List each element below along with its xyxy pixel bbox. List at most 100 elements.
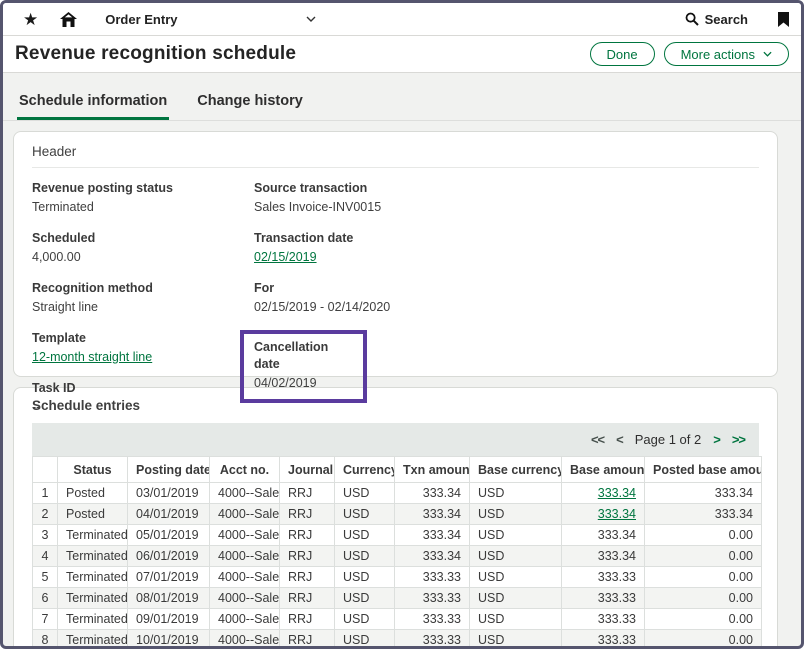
- cell-num: 3: [33, 525, 58, 546]
- first-page-button[interactable]: <<: [591, 432, 604, 447]
- cell-base_currency: USD: [470, 504, 562, 525]
- home-icon[interactable]: [60, 12, 77, 27]
- page-indicator: Page 1 of 2: [635, 432, 702, 447]
- cell-base_currency: USD: [470, 483, 562, 504]
- cell-status: Posted: [58, 504, 128, 525]
- cell-acct: 4000--Sales: [210, 504, 280, 525]
- header-section: Header Revenue posting statusTerminatedS…: [13, 131, 778, 377]
- field-label: Task ID: [32, 380, 254, 397]
- table-row: 4Terminated06/01/20194000--SalesRRJUSD33…: [33, 546, 762, 567]
- cell-num: 7: [33, 609, 58, 630]
- field-recognition-method: Recognition method Straight line: [32, 280, 254, 316]
- cell-journal: RRJ: [280, 567, 335, 588]
- star-icon[interactable]: ★: [23, 11, 38, 28]
- base-amount-link[interactable]: 333.34: [598, 507, 636, 521]
- cell-posting_date: 04/01/2019: [128, 504, 210, 525]
- cell-txn: 333.33: [395, 588, 470, 609]
- cell-num: 8: [33, 630, 58, 647]
- cell-base: 333.33: [562, 567, 645, 588]
- field-label: Scheduled: [32, 230, 254, 247]
- cell-currency: USD: [335, 567, 395, 588]
- column-header-journal: Journal: [280, 457, 335, 483]
- field-label: Template: [32, 330, 254, 347]
- cell-base_currency: USD: [470, 546, 562, 567]
- field-transaction-date: Transaction date 02/15/2019: [254, 230, 390, 266]
- header-fields-left: Revenue posting statusTerminatedSchedule…: [32, 180, 254, 430]
- schedule-entries-table: StatusPosting dateAcct no.JournalCurrenc…: [32, 456, 762, 646]
- cell-txn: 333.34: [395, 483, 470, 504]
- cell-currency: USD: [335, 609, 395, 630]
- cell-posted: 0.00: [645, 630, 762, 647]
- cell-txn: 333.34: [395, 525, 470, 546]
- page-content: Schedule information Change history Head…: [3, 73, 801, 646]
- base-amount-link[interactable]: 333.34: [598, 486, 636, 500]
- field-cancellation-date: Cancellation date 04/02/2019: [240, 330, 367, 403]
- search-button[interactable]: Search: [685, 12, 748, 27]
- cell-txn: 333.34: [395, 546, 470, 567]
- cell-status: Terminated: [58, 525, 128, 546]
- cell-base: 333.33: [562, 630, 645, 647]
- column-header-currency: Currency: [335, 457, 395, 483]
- cell-posting_date: 06/01/2019: [128, 546, 210, 567]
- cell-posted: 333.34: [645, 483, 762, 504]
- cell-base: 333.34: [562, 546, 645, 567]
- tab-change-history[interactable]: Change history: [195, 87, 305, 120]
- next-page-button[interactable]: >: [713, 432, 720, 447]
- table-row: 5Terminated07/01/20194000--SalesRRJUSD33…: [33, 567, 762, 588]
- bookmark-icon[interactable]: [778, 12, 789, 27]
- cell-base: 333.34: [562, 525, 645, 546]
- column-header-num: [33, 457, 58, 483]
- cell-txn: 333.33: [395, 609, 470, 630]
- previous-page-button[interactable]: <: [616, 432, 623, 447]
- cell-base: 333.33: [562, 609, 645, 630]
- cell-posted: 333.34: [645, 504, 762, 525]
- app-menu-label: Order Entry: [105, 12, 177, 27]
- cell-posting_date: 08/01/2019: [128, 588, 210, 609]
- field-value-link[interactable]: 02/15/2019: [254, 250, 317, 264]
- column-header-txn: Txn amount: [395, 457, 470, 483]
- field-template: Template 12-month straight line: [32, 330, 254, 366]
- cell-posting_date: 09/01/2019: [128, 609, 210, 630]
- last-page-button[interactable]: >>: [732, 432, 745, 447]
- cell-status: Terminated: [58, 609, 128, 630]
- field-value: 04/02/2019: [254, 375, 353, 392]
- cell-num: 2: [33, 504, 58, 525]
- cell-currency: USD: [335, 546, 395, 567]
- field-value: 4,000.00: [32, 249, 254, 266]
- column-header-status: Status: [58, 457, 128, 483]
- cell-acct: 4000--Sales: [210, 546, 280, 567]
- cell-num: 6: [33, 588, 58, 609]
- cell-posting_date: 10/01/2019: [128, 630, 210, 647]
- field-label: Recognition method: [32, 280, 254, 297]
- field-label: Transaction date: [254, 230, 390, 247]
- cell-currency: USD: [335, 483, 395, 504]
- cell-acct: 4000--Sales: [210, 567, 280, 588]
- cell-base_currency: USD: [470, 588, 562, 609]
- field-value-link[interactable]: 12-month straight line: [32, 350, 152, 364]
- search-icon: [685, 12, 699, 26]
- cell-status: Terminated: [58, 630, 128, 647]
- tab-schedule-information[interactable]: Schedule information: [17, 87, 169, 120]
- cell-posted: 0.00: [645, 609, 762, 630]
- cell-base: 333.34: [562, 483, 645, 504]
- column-header-acct: Acct no.: [210, 457, 280, 483]
- done-button[interactable]: Done: [590, 42, 655, 66]
- app-menu-order-entry[interactable]: Order Entry: [105, 12, 315, 27]
- cell-posted: 0.00: [645, 588, 762, 609]
- cell-currency: USD: [335, 504, 395, 525]
- cell-base_currency: USD: [470, 525, 562, 546]
- field-for: For02/15/2019 - 02/14/2020: [254, 280, 390, 316]
- table-row: 8Terminated10/01/20194000--SalesRRJUSD33…: [33, 630, 762, 647]
- cell-base_currency: USD: [470, 630, 562, 647]
- field-label: For: [254, 280, 390, 297]
- cell-posted: 0.00: [645, 525, 762, 546]
- cell-status: Terminated: [58, 567, 128, 588]
- field-value: Straight line: [32, 299, 254, 316]
- table-row: 1Posted03/01/20194000--SalesRRJUSD333.34…: [33, 483, 762, 504]
- field-label: Cancellation date: [254, 339, 353, 373]
- cell-journal: RRJ: [280, 483, 335, 504]
- tab-bar: Schedule information Change history: [3, 87, 801, 121]
- more-actions-button[interactable]: More actions: [664, 42, 789, 66]
- column-header-base_currency: Base currency: [470, 457, 562, 483]
- page-title-bar: Revenue recognition schedule Done More a…: [3, 36, 801, 73]
